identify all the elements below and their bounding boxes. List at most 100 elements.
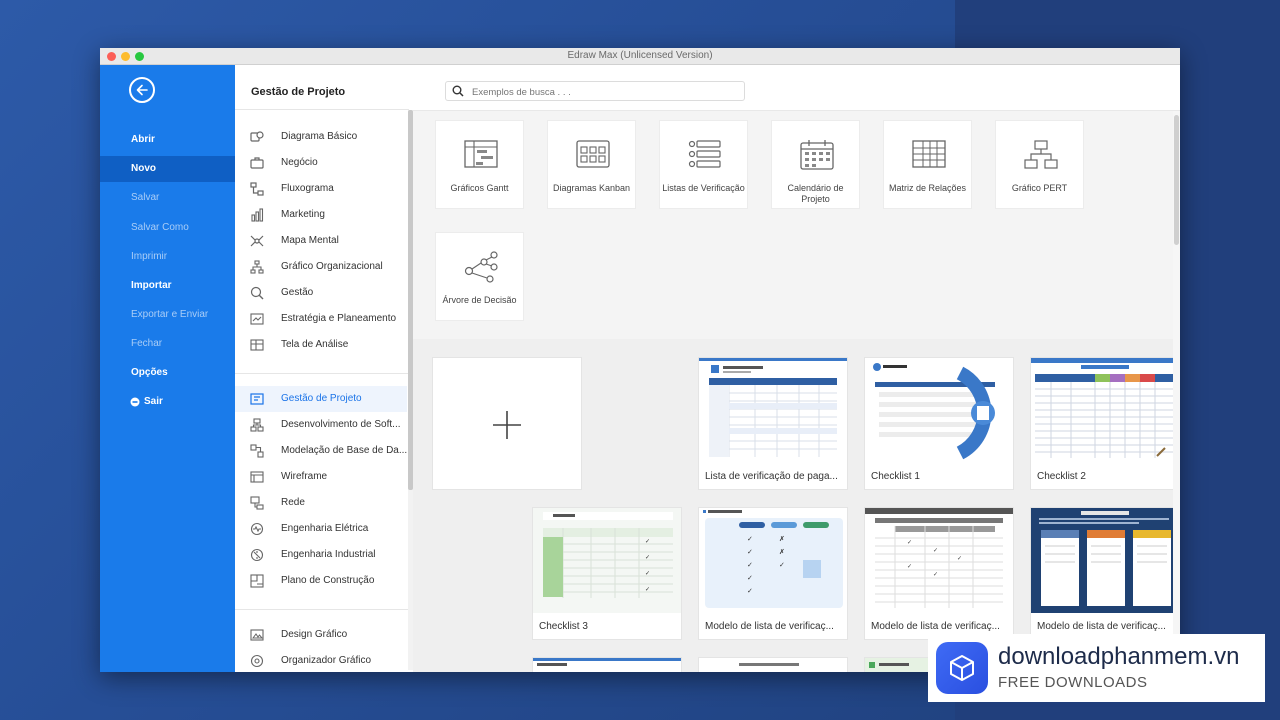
category-design-grafico[interactable]: Design Gráfico [235, 622, 407, 648]
category-gestao-de-projeto[interactable]: Gestão de Projeto [235, 386, 407, 412]
template-card-partial[interactable] [698, 657, 848, 672]
tile-label: Gráficos Gantt [450, 183, 509, 193]
category-mapa-mental[interactable]: Mapa Mental [235, 228, 407, 254]
svg-text:✓: ✓ [645, 555, 650, 561]
category-gestao[interactable]: Gestão [235, 280, 407, 306]
category-rede[interactable]: Rede [235, 490, 407, 516]
menu-importar[interactable]: Importar [100, 273, 235, 299]
template-card[interactable]: Modelo de lista de verificaç... [1030, 507, 1180, 640]
svg-text:✗: ✗ [779, 535, 785, 543]
svg-text:✓: ✓ [779, 562, 785, 569]
category-label: Estratégia e Planeamento [281, 313, 397, 324]
category-negocio[interactable]: Negócio [235, 150, 407, 176]
category-estrategia[interactable]: Estratégia e Planeamento [235, 306, 407, 332]
svg-text:✓: ✓ [747, 588, 753, 595]
category-label: Fluxograma [281, 183, 334, 194]
graphic-organizer-icon [250, 654, 264, 668]
category-diagrama-basico[interactable]: Diagrama Básico [235, 124, 407, 150]
category-wireframe[interactable]: Wireframe [235, 464, 407, 490]
pert-chart-icon [1024, 140, 1058, 169]
category-desenvolvimento-software[interactable]: Desenvolvimento de Soft... [235, 412, 407, 438]
tile-grafico-pert[interactable]: Gráfico PERT [995, 120, 1084, 209]
scrollbar-thumb[interactable] [1174, 115, 1179, 245]
template-card[interactable]: Lista de verificação de paga... [698, 357, 848, 490]
checklist-icon [688, 140, 721, 168]
search-input[interactable] [470, 84, 734, 100]
category-label: Diagrama Básico [281, 131, 358, 142]
kanban-icon [576, 140, 610, 168]
template-card[interactable]: ✓ ✓ ✓ ✓ ✓ Modelo de lista de verificaç... [864, 507, 1014, 640]
menu-salvar[interactable]: Salvar [100, 185, 235, 211]
watermark-tagline: FREE DOWNLOADS [998, 674, 1148, 691]
template-card-label: Lista de verificação de paga... [705, 471, 838, 482]
menu-exportar-enviar[interactable]: Exportar e Enviar [100, 302, 235, 328]
category-plano-construcao[interactable]: Plano de Construção [235, 568, 407, 594]
template-thumbnail [865, 358, 1013, 463]
menu-salvar-como[interactable]: Salvar Como [100, 215, 235, 241]
decision-tree-icon [464, 251, 498, 283]
tile-graficos-gantt[interactable]: Gráficos Gantt [435, 120, 524, 209]
network-icon [250, 496, 264, 510]
category-label: Wireframe [281, 471, 328, 482]
template-thumbnail [1031, 358, 1179, 463]
industrial-icon [250, 548, 264, 562]
mind-map-icon [250, 235, 264, 247]
svg-text:✓: ✓ [933, 548, 938, 554]
calendar-icon [800, 140, 834, 170]
exit-icon [130, 397, 140, 407]
menu-sair[interactable]: Sair [100, 389, 235, 415]
tile-arvore-decisao[interactable]: Árvore de Decisão [435, 232, 524, 321]
category-label: Desenvolvimento de Soft... [281, 419, 401, 430]
gallery-scrollbar[interactable] [1173, 111, 1180, 672]
template-gallery: Lista de verificação de paga... Checklis… [413, 339, 1180, 672]
divider [235, 109, 409, 110]
template-thumbnail: ✓ ✓ ✓ ✓ ✓ [865, 508, 1013, 613]
menu-imprimir[interactable]: Imprimir [100, 244, 235, 270]
divider [235, 373, 409, 374]
template-card-partial[interactable] [532, 657, 682, 672]
category-label: Organizador Gráfico [281, 655, 372, 666]
top-bar [413, 65, 1180, 111]
back-button[interactable] [129, 77, 155, 103]
category-modelacao-base-dados[interactable]: Modelação de Base de Da... [235, 438, 407, 464]
bar-chart-icon [251, 208, 264, 222]
file-menu-sidebar: Abrir Novo Salvar Salvar Como Imprimir I… [100, 65, 235, 672]
template-card[interactable]: ✓ ✗ ✓ ✗ ✓ ✓ ✓ ✓ Modelo de lista de verificaç... [698, 507, 848, 640]
category-tela-analise[interactable]: Tela de Análise [235, 332, 407, 358]
divider [235, 609, 409, 610]
category-organizador-grafico[interactable]: Organizador Gráfico [235, 648, 407, 672]
menu-sair-label: Sair [144, 396, 163, 407]
category-label: Negócio [281, 157, 318, 168]
template-card-label: Modelo de lista de verificaç... [1037, 621, 1166, 632]
category-label: Rede [281, 497, 305, 508]
category-grafico-organizacional[interactable]: Gráfico Organizacional [235, 254, 407, 280]
tile-diagramas-kanban[interactable]: Diagramas Kanban [547, 120, 636, 209]
window-title: Edraw Max (Unlicensed Version) [567, 50, 713, 61]
category-engenharia-industrial[interactable]: Engenharia Industrial [235, 542, 407, 568]
svg-text:✓: ✓ [933, 572, 938, 578]
menu-abrir[interactable]: Abrir [100, 127, 235, 153]
blank-thumbnail [433, 358, 581, 489]
tile-listas-verificacao[interactable]: Listas de Verificação [659, 120, 748, 209]
menu-novo[interactable]: Novo [100, 156, 235, 182]
template-card[interactable]: Checklist 1 [864, 357, 1014, 490]
template-card-label: Modelo de lista de verificaç... [871, 621, 1000, 632]
category-fluxograma[interactable]: Fluxograma [235, 176, 407, 202]
svg-text:✓: ✓ [907, 540, 912, 546]
tile-calendario-projeto[interactable]: Calendário de Projeto [771, 120, 860, 209]
tile-matriz-relacoes[interactable]: Matriz de Relações [883, 120, 972, 209]
app-window: Edraw Max (Unlicensed Version) Abrir Nov… [100, 48, 1180, 672]
category-marketing[interactable]: Marketing [235, 202, 407, 228]
tile-label: Calendário de Projeto [787, 183, 844, 204]
category-engenharia-eletrica[interactable]: Engenharia Elétrica [235, 516, 407, 542]
svg-text:✗: ✗ [779, 548, 785, 556]
category-label: Marketing [281, 209, 325, 220]
project-management-icon [250, 393, 264, 405]
template-card[interactable]: Checklist 2 [1030, 357, 1180, 490]
template-card[interactable]: ✓ ✓ ✓ ✓ Checklist 3 [532, 507, 682, 640]
new-blank-card[interactable] [432, 357, 582, 490]
menu-opcoes[interactable]: Opções [100, 360, 235, 386]
menu-fechar[interactable]: Fechar [100, 331, 235, 357]
search-box[interactable] [445, 81, 745, 101]
template-thumbnail [699, 358, 847, 463]
